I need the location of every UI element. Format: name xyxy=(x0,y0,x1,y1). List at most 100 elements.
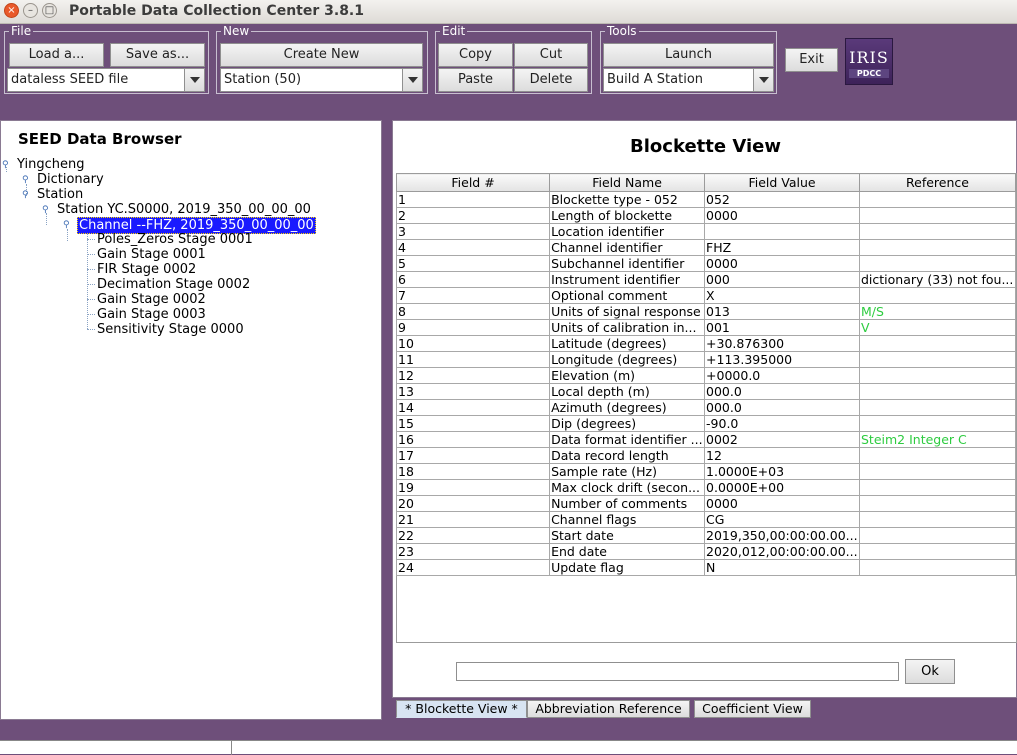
field-value-cell[interactable]: N xyxy=(704,559,860,576)
table-row[interactable]: 24 Update flag N xyxy=(395,559,1016,576)
field-value-cell[interactable]: 000.0 xyxy=(704,383,860,400)
close-window-icon[interactable]: × xyxy=(4,3,19,18)
reference-cell[interactable]: dictionary (33) not fou... xyxy=(859,271,1016,288)
chevron-down-icon[interactable] xyxy=(184,69,204,91)
field-number-cell[interactable]: 21 xyxy=(395,511,551,528)
field-number-cell[interactable]: 20 xyxy=(395,495,551,512)
field-number-cell[interactable]: 8 xyxy=(395,303,551,320)
field-number-cell[interactable]: 13 xyxy=(395,383,551,400)
table-row[interactable]: 19 Max clock drift (secon... 0.0000E+00 xyxy=(395,479,1016,496)
tree-node-stage[interactable]: Poles_Zeros Stage 0001 xyxy=(97,232,253,247)
reference-cell[interactable] xyxy=(859,287,1016,304)
field-name-cell[interactable]: Data record length xyxy=(549,447,706,464)
field-name-cell[interactable]: Units of signal response xyxy=(549,303,706,320)
table-row[interactable]: 18 Sample rate (Hz) 1.0000E+03 xyxy=(395,463,1016,480)
reference-cell[interactable] xyxy=(859,511,1016,528)
field-value-cell[interactable] xyxy=(704,223,860,240)
field-name-cell[interactable]: Subchannel identifier xyxy=(549,255,706,272)
table-row[interactable]: 11 Longitude (degrees) +113.395000 xyxy=(395,351,1016,368)
tree-toggle-icon[interactable]: ⚲ xyxy=(2,161,10,170)
table-row[interactable]: 4 Channel identifier FHZ xyxy=(395,239,1016,256)
field-name-cell[interactable]: Length of blockette xyxy=(549,207,706,224)
field-value-cell[interactable]: 0000 xyxy=(704,495,860,512)
field-number-cell[interactable]: 5 xyxy=(395,255,551,272)
chevron-down-icon[interactable] xyxy=(753,69,773,91)
reference-cell[interactable] xyxy=(859,255,1016,272)
minimize-window-icon[interactable]: – xyxy=(23,3,38,18)
reference-cell[interactable] xyxy=(859,223,1016,240)
tab-abbreviation-reference[interactable]: Abbreviation Reference xyxy=(527,700,690,718)
tree-toggle-icon[interactable]: ⚲ xyxy=(42,206,50,215)
table-row[interactable]: 14 Azimuth (degrees) 000.0 xyxy=(395,399,1016,416)
field-name-cell[interactable]: Number of comments xyxy=(549,495,706,512)
table-row[interactable]: 8 Units of signal response 013 M/S xyxy=(395,303,1016,320)
copy-button[interactable]: Copy xyxy=(438,43,513,67)
field-number-cell[interactable]: 14 xyxy=(395,399,551,416)
tree-node-stage[interactable]: Gain Stage 0003 xyxy=(97,307,206,322)
table-row[interactable]: 17 Data record length 12 xyxy=(395,447,1016,464)
tab-coefficient-view[interactable]: Coefficient View xyxy=(694,700,811,718)
chevron-down-icon[interactable] xyxy=(402,69,422,91)
field-value-cell[interactable]: +0000.0 xyxy=(704,367,860,384)
field-name-cell[interactable]: Azimuth (degrees) xyxy=(549,399,706,416)
tree-node-station[interactable]: Station YC.S0000, 2019_350_00_00_00 xyxy=(57,202,311,217)
field-name-cell[interactable]: Channel flags xyxy=(549,511,706,528)
reference-cell[interactable]: V xyxy=(859,319,1016,336)
tree-toggle-icon[interactable]: ⚲ xyxy=(22,176,30,185)
tools-select[interactable]: Build A Station xyxy=(603,68,774,92)
maximize-window-icon[interactable]: □ xyxy=(42,3,57,18)
column-header[interactable]: Field # xyxy=(395,173,551,192)
reference-cell[interactable] xyxy=(859,559,1016,576)
table-row[interactable]: 7 Optional comment X xyxy=(395,287,1016,304)
reference-cell[interactable] xyxy=(859,207,1016,224)
field-number-cell[interactable]: 18 xyxy=(395,463,551,480)
field-number-cell[interactable]: 9 xyxy=(395,319,551,336)
tree-node-stage[interactable]: FIR Stage 0002 xyxy=(97,262,196,277)
field-value-cell[interactable]: +113.395000 xyxy=(704,351,860,368)
field-name-cell[interactable]: Channel identifier xyxy=(549,239,706,256)
table-row[interactable]: 5 Subchannel identifier 0000 xyxy=(395,255,1016,272)
table-row[interactable]: 16 Data format identifier ... 0002 Steim2 I… xyxy=(395,431,1016,448)
field-value-cell[interactable]: 0002 xyxy=(704,431,860,448)
field-value-cell[interactable]: 013 xyxy=(704,303,860,320)
field-name-cell[interactable]: Optional comment xyxy=(549,287,706,304)
reference-cell[interactable] xyxy=(859,479,1016,496)
field-name-cell[interactable]: Local depth (m) xyxy=(549,383,706,400)
field-number-cell[interactable]: 17 xyxy=(395,447,551,464)
table-row[interactable]: 15 Dip (degrees) -90.0 xyxy=(395,415,1016,432)
field-value-cell[interactable]: 2019,350,00:00:00.00... xyxy=(704,527,860,544)
field-value-cell[interactable]: 0000 xyxy=(704,255,860,272)
field-value-cell[interactable]: 2020,012,00:00:00.00... xyxy=(704,543,860,560)
field-number-cell[interactable]: 2 xyxy=(395,207,551,224)
field-value-cell[interactable]: 0.0000E+00 xyxy=(704,479,860,496)
tree-node-yingcheng[interactable]: Yingcheng xyxy=(17,157,84,172)
table-row[interactable]: 21 Channel flags CG xyxy=(395,511,1016,528)
paste-button[interactable]: Paste xyxy=(438,68,513,92)
new-type-select[interactable]: Station (50) xyxy=(220,68,423,92)
reference-cell[interactable] xyxy=(859,239,1016,256)
field-name-cell[interactable]: Location identifier xyxy=(549,223,706,240)
ok-button[interactable]: Ok xyxy=(905,659,955,684)
field-number-cell[interactable]: 3 xyxy=(395,223,551,240)
reference-cell[interactable] xyxy=(859,335,1016,352)
tree-node-stage[interactable]: Gain Stage 0001 xyxy=(97,247,206,262)
field-value-cell[interactable]: 0000 xyxy=(704,207,860,224)
reference-cell[interactable] xyxy=(859,415,1016,432)
reference-cell[interactable] xyxy=(859,383,1016,400)
field-name-cell[interactable]: Sample rate (Hz) xyxy=(549,463,706,480)
reference-cell[interactable] xyxy=(859,351,1016,368)
column-header[interactable]: Field Value xyxy=(704,173,860,192)
file-type-select[interactable]: dataless SEED file xyxy=(7,68,205,92)
column-header[interactable]: Reference xyxy=(859,173,1016,192)
reference-cell[interactable] xyxy=(859,543,1016,560)
load-button[interactable]: Load a... xyxy=(9,43,104,67)
launch-button[interactable]: Launch xyxy=(603,43,774,67)
table-row[interactable]: 10 Latitude (degrees) +30.876300 xyxy=(395,335,1016,352)
field-number-cell[interactable]: 12 xyxy=(395,367,551,384)
field-name-cell[interactable]: Elevation (m) xyxy=(549,367,706,384)
table-row[interactable]: 9 Units of calibration in... 001 V xyxy=(395,319,1016,336)
table-row[interactable]: 3 Location identifier xyxy=(395,223,1016,240)
field-value-cell[interactable]: 000.0 xyxy=(704,399,860,416)
tree-node-stage[interactable]: Sensitivity Stage 0000 xyxy=(97,322,244,337)
table-row[interactable]: 22 Start date 2019,350,00:00:00.00... xyxy=(395,527,1016,544)
